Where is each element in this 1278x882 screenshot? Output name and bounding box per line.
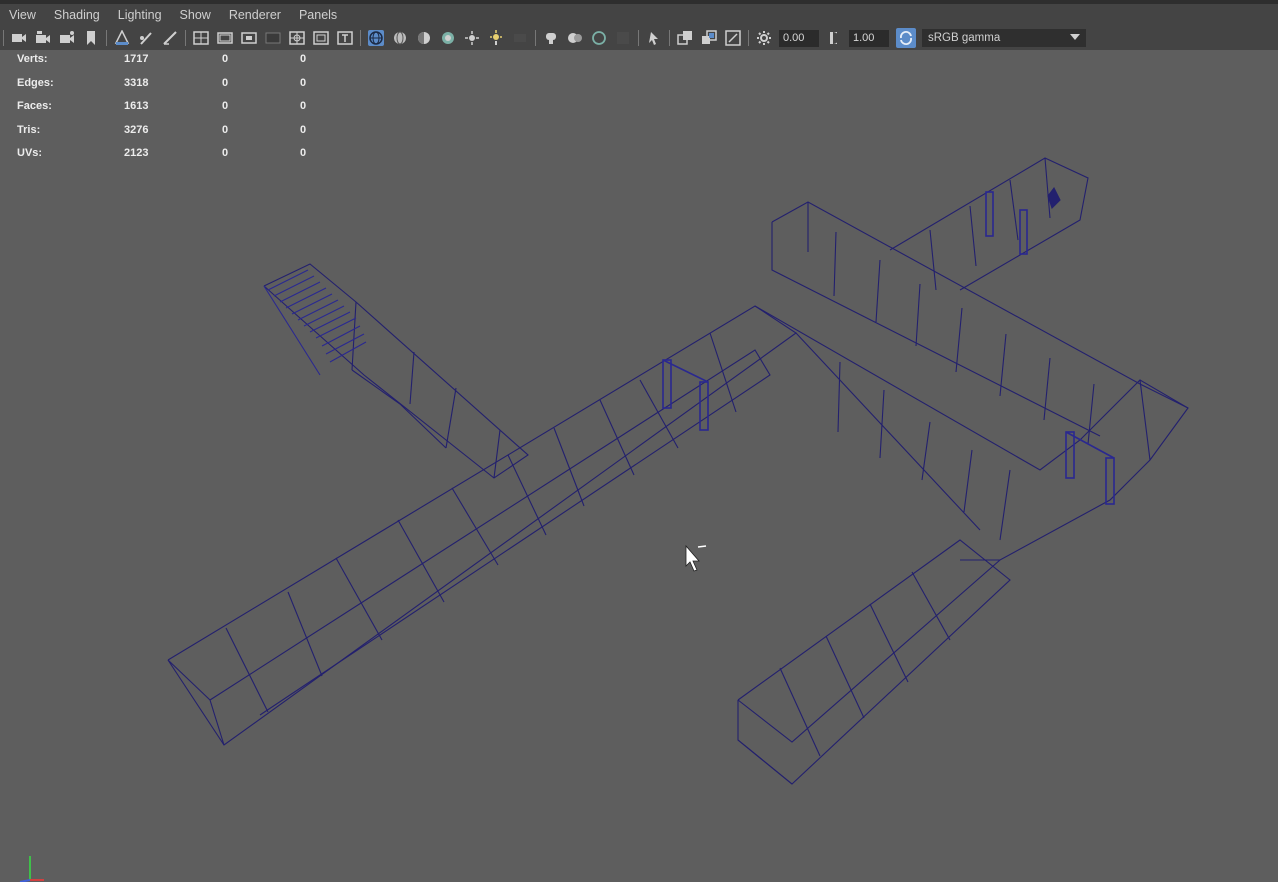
- color-space-label: sRGB gamma: [928, 32, 1001, 44]
- hud-value: 2123: [124, 147, 149, 160]
- shadows-icon[interactable]: [464, 30, 480, 46]
- hud-label: UVs:: [17, 147, 43, 160]
- grease-pencil-icon[interactable]: [138, 30, 154, 46]
- motion-blur-icon[interactable]: [512, 30, 528, 46]
- image-plane-icon[interactable]: [83, 30, 99, 46]
- 2d-pan-zoom-icon[interactable]: [114, 30, 130, 46]
- hud-row-edges: Edges: 3318 0 0: [0, 74, 330, 98]
- hud-value: 0: [222, 100, 229, 113]
- hud-value: 0: [300, 53, 307, 65]
- hud-row-tris: Tris: 3276 0 0: [0, 121, 330, 145]
- chevron-down-icon: [1070, 32, 1080, 44]
- select-cursor-icon[interactable]: [646, 30, 662, 46]
- staircase: [263, 269, 367, 376]
- door-frames: [662, 191, 1115, 505]
- toggle-hud-icon[interactable]: [725, 30, 741, 46]
- hud-value: 3276: [124, 123, 149, 136]
- resolution-gate-icon[interactable]: [217, 30, 233, 46]
- hud-row-faces: Faces: 1613 0 0: [0, 97, 330, 121]
- corridor-bottom-right: [737, 539, 1011, 785]
- toolbar-separator: [748, 30, 749, 46]
- toolbar-separator: [669, 30, 670, 46]
- toolbar-separator: [106, 30, 107, 46]
- menu-shading[interactable]: Shading: [54, 8, 100, 22]
- hud-value: 0: [222, 53, 229, 65]
- wireframe-icon[interactable]: [368, 30, 384, 46]
- bookmark-icon[interactable]: [59, 30, 75, 46]
- mouse-cursor-icon: [685, 544, 707, 572]
- hud-value: 1717: [124, 53, 149, 65]
- menu-panels[interactable]: Panels: [299, 8, 337, 22]
- exposure-icon[interactable]: [756, 30, 772, 46]
- hud-value: 0: [222, 123, 229, 136]
- frame-selected-icon[interactable]: [701, 30, 717, 46]
- maya-viewport-panel: View Shading Lighting Show Renderer Pane…: [0, 0, 1278, 882]
- toolbar-separator: [535, 30, 536, 46]
- small-prop: [1047, 186, 1061, 210]
- hud-row-verts: Verts: 1717 0 0: [0, 50, 330, 74]
- smooth-shade-icon[interactable]: [392, 30, 408, 46]
- hud-value: 0: [222, 76, 229, 89]
- menu-lighting[interactable]: Lighting: [118, 8, 162, 22]
- backface-icon[interactable]: [615, 30, 631, 46]
- exposure-field[interactable]: 0.00: [779, 29, 819, 47]
- corridor-stairs: [263, 263, 529, 479]
- field-chart-icon[interactable]: [265, 30, 281, 46]
- grid-icon[interactable]: [162, 30, 178, 46]
- film-gate-icon[interactable]: [193, 30, 209, 46]
- toolbar-separator: [3, 30, 4, 46]
- safe-title-icon[interactable]: [313, 30, 329, 46]
- corridor-left: [167, 305, 797, 746]
- hud-value: 0: [300, 100, 307, 113]
- gamma-field[interactable]: 1.00: [849, 29, 889, 47]
- menu-renderer[interactable]: Renderer: [229, 8, 281, 22]
- hud-label: Verts:: [17, 53, 48, 65]
- hud-value: 0: [300, 123, 307, 136]
- safe-action-icon[interactable]: [289, 30, 305, 46]
- toolbar-separator: [638, 30, 639, 46]
- camera-attr-icon[interactable]: [35, 30, 51, 46]
- menu-view[interactable]: View: [9, 8, 36, 22]
- hud-row-uvs: UVs: 2123 0 0: [0, 144, 330, 168]
- hud-label: Faces:: [17, 100, 52, 113]
- view-axis-indicator: [19, 856, 44, 882]
- menu-show[interactable]: Show: [180, 8, 211, 22]
- hud-label: Edges:: [17, 76, 54, 89]
- gate-mask-icon[interactable]: [241, 30, 257, 46]
- poly-count-hud: Verts: 1717 0 0 Edges: 3318 0 0 Faces: 1…: [0, 50, 330, 168]
- textured-icon[interactable]: [416, 30, 432, 46]
- wireframe-mesh: [167, 157, 1189, 785]
- hud-value: 0: [222, 147, 229, 160]
- safe-title-t-icon[interactable]: [337, 30, 353, 46]
- panel-toolbar: 0.00 1.00 sRGB gamma: [0, 26, 1278, 50]
- hud-value: 3318: [124, 76, 149, 89]
- toolbar-separator: [360, 30, 361, 46]
- frame-all-icon[interactable]: [677, 30, 693, 46]
- panel-menu-bar: View Shading Lighting Show Renderer Pane…: [0, 4, 1278, 26]
- color-space-dropdown[interactable]: sRGB gamma: [922, 29, 1086, 47]
- hud-value: 0: [300, 76, 307, 89]
- gamma-icon[interactable]: [826, 30, 842, 46]
- isolate-select-icon[interactable]: [543, 30, 559, 46]
- hud-label: Tris:: [17, 123, 41, 136]
- xray-joints-icon[interactable]: [591, 30, 607, 46]
- xray-icon[interactable]: [567, 30, 583, 46]
- lighting-icon[interactable]: [440, 30, 456, 46]
- camera-select-icon[interactable]: [11, 30, 27, 46]
- corridor-top-right: [771, 157, 1189, 445]
- hud-value: 0: [300, 147, 307, 160]
- hud-value: 1613: [124, 100, 149, 113]
- color-manage-icon[interactable]: [896, 28, 916, 48]
- toolbar-separator: [185, 30, 186, 46]
- ambient-occlusion-icon[interactable]: [488, 30, 504, 46]
- corridor-right: [754, 305, 1189, 561]
